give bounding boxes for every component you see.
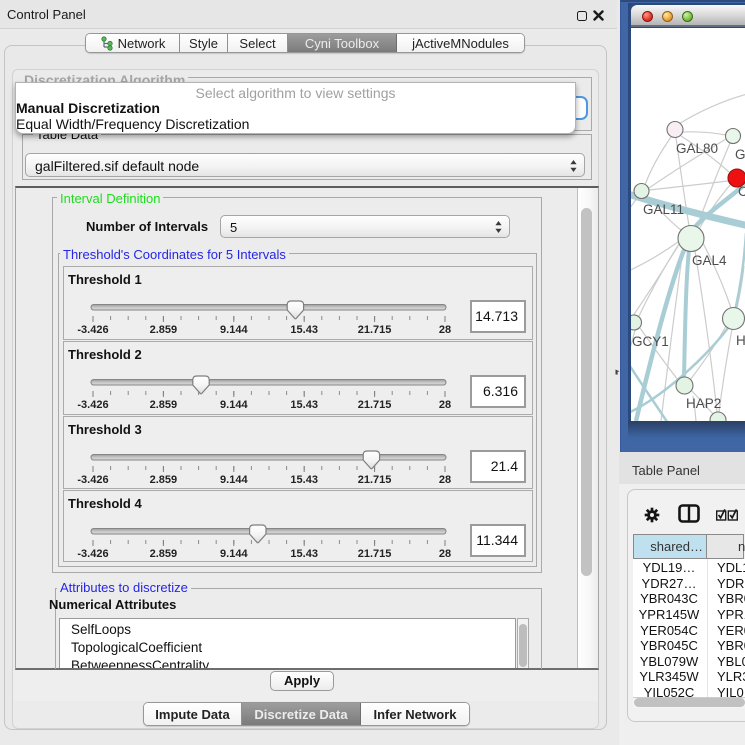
svg-text:C: C (738, 184, 745, 199)
svg-text:GCY1: GCY1 (632, 334, 669, 349)
svg-text:H: H (736, 333, 745, 348)
svg-text:GAL11: GAL11 (643, 202, 684, 217)
svg-text:G: G (735, 147, 745, 162)
svg-text:GAL80: GAL80 (676, 141, 718, 156)
svg-text:GAL4: GAL4 (692, 253, 727, 268)
svg-text:HAP2: HAP2 (686, 396, 721, 411)
